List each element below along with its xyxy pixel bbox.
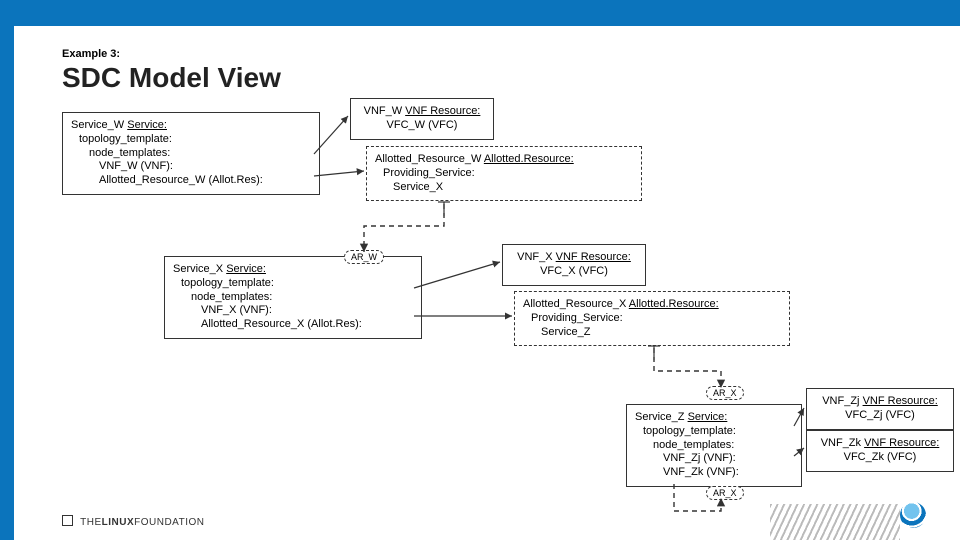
pill-ar-x-bottom: AR_X <box>706 486 744 500</box>
footer-brand-prefix: THE <box>80 517 102 528</box>
service-z-type: Service: <box>688 411 728 423</box>
att-logo <box>900 502 930 532</box>
service-w-l3: VNF_W (VNF): <box>71 160 311 174</box>
box-vnf-w: VNF_W VNF Resource: VFC_W (VFC) <box>350 98 494 140</box>
vnf-w-line2: VFC_W (VFC) <box>359 119 485 133</box>
box-service-z: Service_Z Service: topology_template: no… <box>626 404 802 487</box>
footer-brand-suffix: FOUNDATION <box>134 517 204 528</box>
allotted-x-type: Allotted.Resource: <box>629 298 719 310</box>
vnf-zk-name: VNF_Zk <box>821 437 864 449</box>
service-z-l4: VNF_Zk (VNF): <box>635 466 793 480</box>
footer-square-icon <box>62 515 73 526</box>
service-z-name: Service_Z <box>635 411 688 423</box>
service-z-l2: node_templates: <box>635 439 793 453</box>
box-vnf-zj: VNF_Zj VNF Resource: VFC_Zj (VFC) <box>806 388 954 430</box>
att-globe-icon <box>900 502 926 528</box>
vnf-zk-type: VNF Resource: <box>864 437 939 449</box>
left-sidebar <box>0 26 14 540</box>
vnf-x-line2: VFC_X (VFC) <box>511 265 637 279</box>
box-vnf-x: VNF_X VNF Resource: VFC_X (VFC) <box>502 244 646 286</box>
allotted-x-name: Allotted_Resource_X <box>523 298 629 310</box>
allotted-x-l1: Providing_Service: <box>523 312 781 326</box>
pill-ar-w: AR_W <box>344 250 384 264</box>
box-service-w: Service_W Service: topology_template: no… <box>62 112 320 195</box>
vnf-x-name: VNF_X <box>517 251 556 263</box>
box-vnf-zk: VNF_Zk VNF Resource: VFC_Zk (VFC) <box>806 430 954 472</box>
service-x-l1: topology_template: <box>173 277 413 291</box>
service-z-l1: topology_template: <box>635 425 793 439</box>
service-x-name: Service_X <box>173 263 226 275</box>
service-z-l3: VNF_Zj (VNF): <box>635 452 793 466</box>
top-bar <box>0 0 960 26</box>
vnf-w-type: VNF Resource: <box>405 105 480 117</box>
service-w-name: Service_W <box>71 119 127 131</box>
pill-ar-x-top: AR_X <box>706 386 744 400</box>
footer-linux-foundation: THELINUXFOUNDATION <box>62 515 204 528</box>
diagram-canvas: Example 3: SDC Model View Service_W Serv… <box>14 26 960 540</box>
vnf-w-name: VNF_W <box>364 105 406 117</box>
page-title: SDC Model View <box>62 62 281 94</box>
box-allotted-w: Allotted_Resource_W Allotted.Resource: P… <box>366 146 642 201</box>
vnf-zj-name: VNF_Zj <box>822 395 862 407</box>
allotted-w-type: Allotted.Resource: <box>484 153 574 165</box>
allotted-w-l2: Service_X <box>375 181 633 195</box>
service-x-l2: node_templates: <box>173 291 413 305</box>
service-w-l4: Allotted_Resource_W (Allot.Res): <box>71 174 311 188</box>
service-w-l1: topology_template: <box>71 133 311 147</box>
footer-hatch-decoration <box>770 504 900 540</box>
box-allotted-x: Allotted_Resource_X Allotted.Resource: P… <box>514 291 790 346</box>
service-x-type: Service: <box>226 263 266 275</box>
service-w-l2: node_templates: <box>71 147 311 161</box>
service-w-type: Service: <box>127 119 167 131</box>
allotted-x-l2: Service_Z <box>523 326 781 340</box>
vnf-zj-line2: VFC_Zj (VFC) <box>815 409 945 423</box>
vnf-x-type: VNF Resource: <box>556 251 631 263</box>
box-service-x: Service_X Service: topology_template: no… <box>164 256 422 339</box>
service-x-l4: Allotted_Resource_X (Allot.Res): <box>173 318 413 332</box>
example-label: Example 3: <box>62 48 120 60</box>
allotted-w-l1: Providing_Service: <box>375 167 633 181</box>
footer-brand-bold: LINUX <box>102 517 135 528</box>
vnf-zk-line2: VFC_Zk (VFC) <box>815 451 945 465</box>
vnf-zj-type: VNF Resource: <box>863 395 938 407</box>
allotted-w-name: Allotted_Resource_W <box>375 153 484 165</box>
service-x-l3: VNF_X (VNF): <box>173 304 413 318</box>
